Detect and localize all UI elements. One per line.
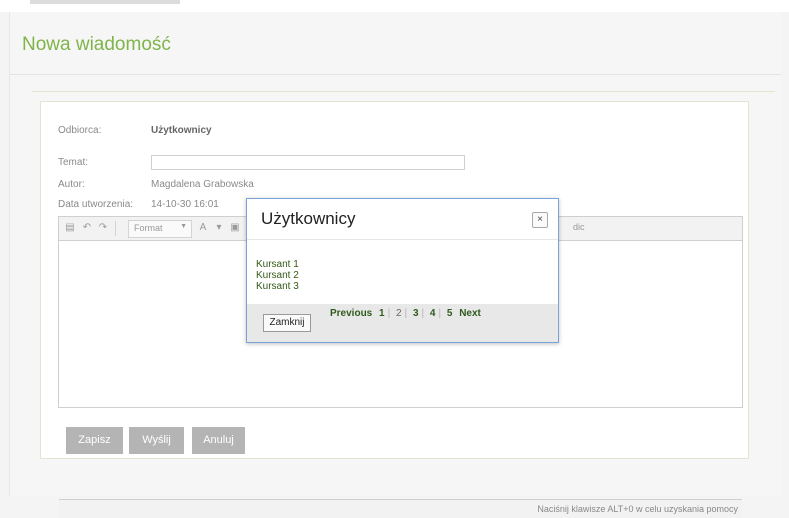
pagination-next[interactable]: Next	[459, 308, 481, 319]
pagination-separator: |	[404, 308, 408, 319]
editor-help-text: Naciśnij klawisze ALT+0 w celu uzyskania…	[537, 504, 738, 514]
pagination-page-3[interactable]: 3	[413, 308, 419, 319]
modal-header: Użytkownicy ×	[247, 199, 558, 240]
undo-icon[interactable]: ↶	[81, 222, 93, 234]
list-item[interactable]: Kursant 2	[256, 270, 299, 281]
source-icon[interactable]: ▤	[64, 222, 76, 234]
pagination-previous[interactable]: Previous	[330, 308, 372, 319]
top-bar-tab	[30, 0, 180, 4]
format-dropdown-label: Format	[134, 223, 163, 233]
redo-icon[interactable]: ↷	[97, 222, 109, 234]
modal-title: Użytkownicy	[261, 209, 356, 228]
toolbar-separator	[115, 221, 116, 236]
pagination-separator: |	[438, 308, 442, 319]
users-modal: Użytkownicy × Kursant 1 Kursant 2 Kursan…	[246, 198, 559, 343]
editor-status-bar: Naciśnij klawisze ALT+0 w celu uzyskania…	[59, 499, 742, 518]
pagination-separator: |	[387, 308, 391, 319]
pagination-separator: |	[421, 308, 425, 319]
modal-footer: Zamknij Previous 1 | 2 | 3 | 4 | 5 Next	[247, 304, 558, 342]
pagination-page-5[interactable]: 5	[447, 308, 453, 319]
save-button[interactable]: Zapisz	[66, 427, 123, 454]
close-button[interactable]: Zamknij	[263, 314, 311, 332]
created-date-label: Data utworzenia:	[58, 199, 134, 210]
page-title: Nowa wiadomość	[22, 34, 171, 55]
dropdown-arrow-icon[interactable]: ▾	[213, 222, 225, 234]
send-button[interactable]: Wyślij	[129, 427, 184, 454]
created-date-value: 14-10-30 16:01	[151, 199, 219, 210]
list-item[interactable]: Kursant 1	[256, 259, 299, 270]
chevron-down-icon: ▼	[180, 223, 187, 230]
image-icon[interactable]: ▣	[229, 222, 241, 234]
pagination-page-1[interactable]: 1	[379, 308, 385, 319]
top-bar	[0, 0, 789, 12]
author-value: Magdalena Grabowska	[151, 179, 254, 190]
cancel-button[interactable]: Anuluj	[192, 427, 245, 454]
format-dropdown[interactable]: Format ▼	[128, 220, 192, 238]
subject-input[interactable]	[151, 155, 465, 170]
author-label: Autor:	[58, 179, 85, 190]
list-item[interactable]: Kursant 3	[256, 281, 299, 292]
section-divider	[32, 91, 775, 92]
recipient-label: Odbiorca:	[58, 125, 102, 136]
pagination-page-4[interactable]: 4	[430, 308, 436, 319]
close-icon[interactable]: ×	[532, 212, 548, 228]
toolbar-right-label[interactable]: dic	[573, 222, 585, 232]
recipient-value[interactable]: Użytkownicy	[151, 125, 212, 136]
users-list: Kursant 1 Kursant 2 Kursant 3	[256, 259, 299, 292]
title-divider	[10, 74, 781, 75]
text-color-icon[interactable]: A	[197, 222, 209, 234]
subject-label: Temat:	[58, 157, 89, 168]
pagination-page-2[interactable]: 2	[396, 308, 402, 319]
pagination: Previous 1 | 2 | 3 | 4 | 5 Next	[328, 308, 483, 319]
